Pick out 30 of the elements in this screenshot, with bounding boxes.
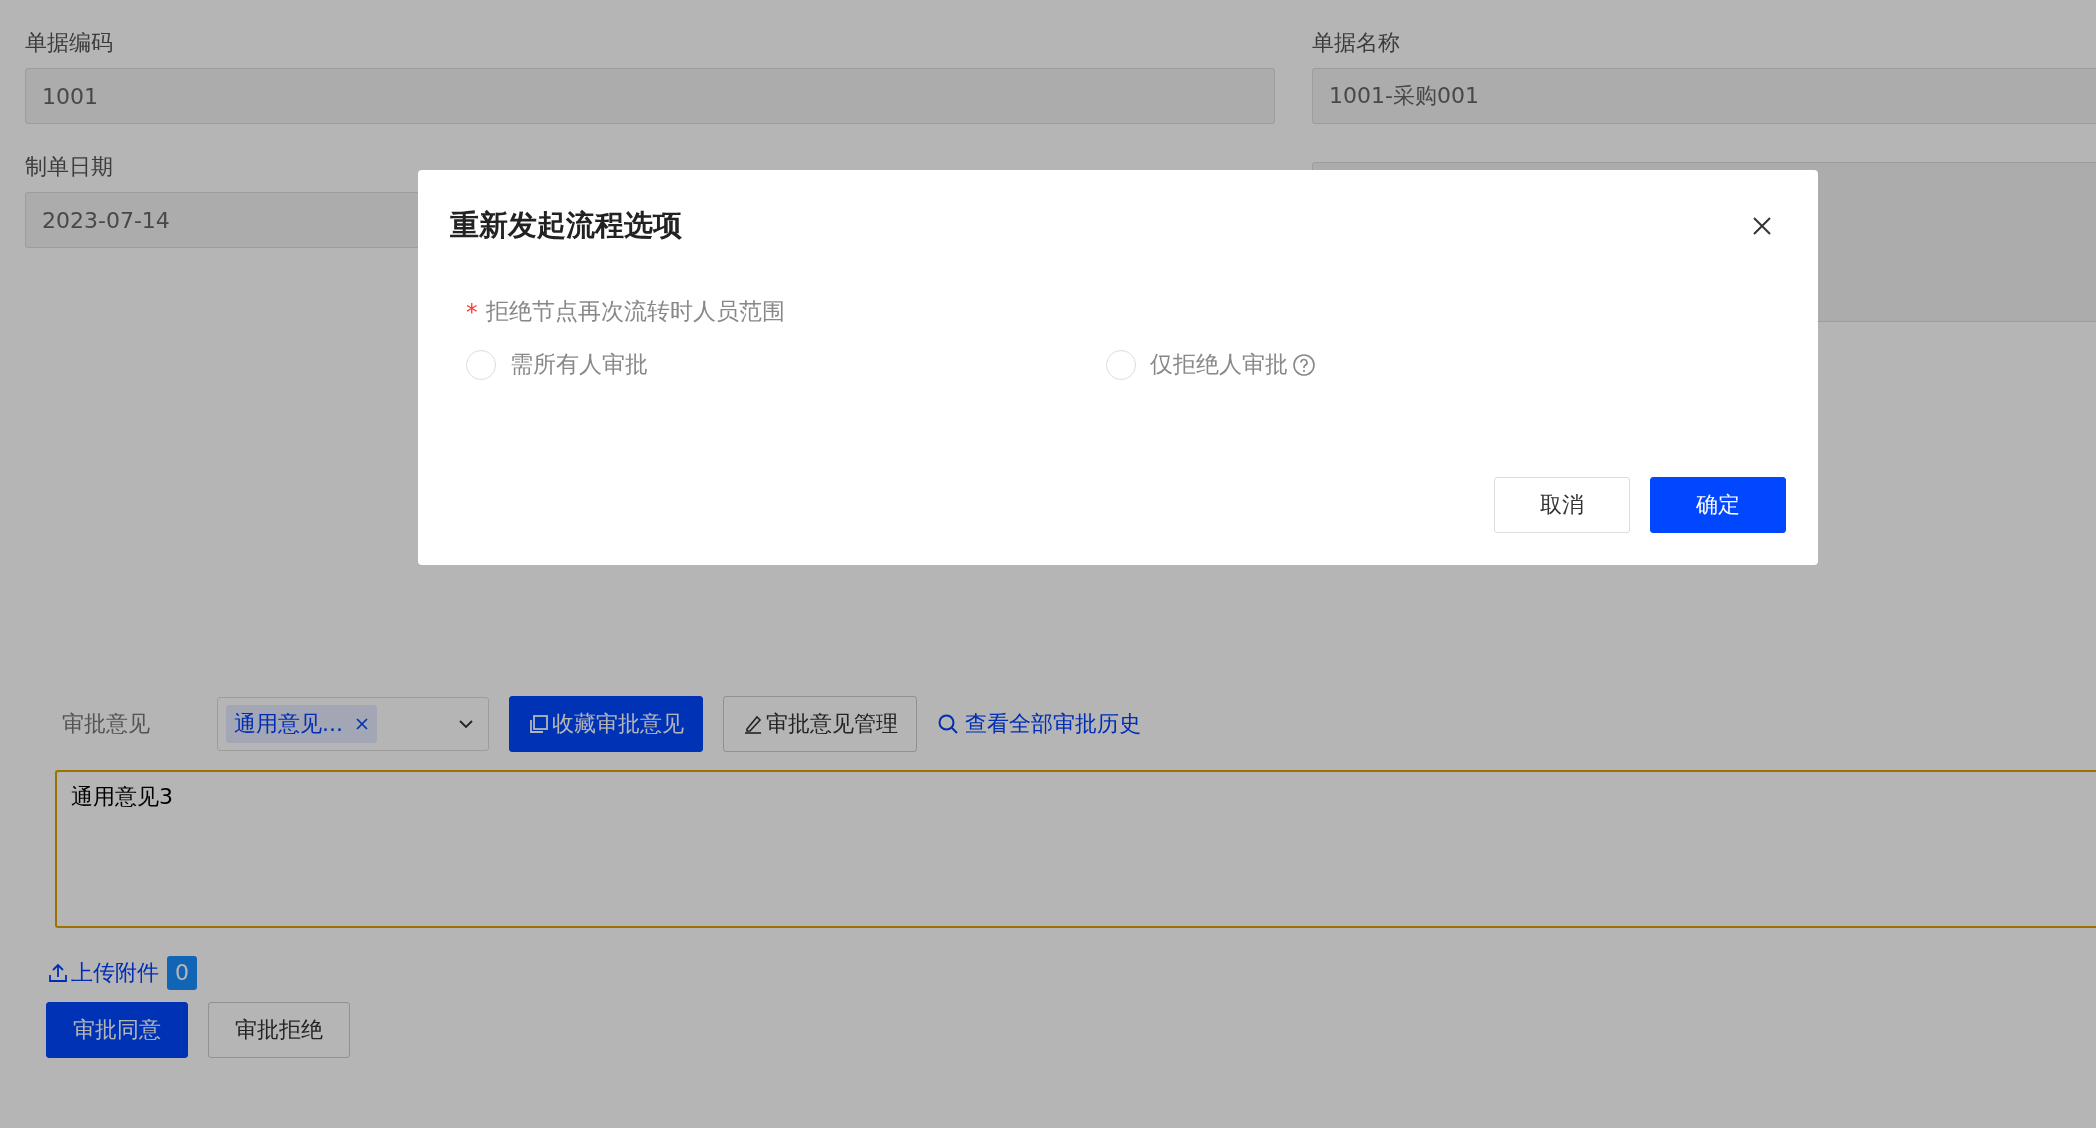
field-label: 拒绝节点再次流转时人员范围 — [485, 297, 785, 326]
edit-icon — [742, 713, 764, 735]
upload-icon — [47, 962, 69, 984]
cancel-button[interactable]: 取消 — [1494, 477, 1630, 533]
field-label: 审批意见 — [62, 710, 151, 738]
field-label: 制单日期 — [25, 153, 114, 181]
field-label: 单据名称 — [1312, 29, 1401, 57]
history-link[interactable]: 查看全部审批历史 — [937, 709, 1141, 739]
search-icon — [937, 713, 959, 735]
selected-tag: 通用意见... — [226, 705, 377, 743]
close-icon[interactable] — [1752, 216, 1772, 236]
dialog-title: 重新发起流程选项 — [450, 207, 682, 244]
radio-label[interactable]: 需所有人审批 — [510, 349, 648, 380]
text-field[interactable]: 1001-采购001 — [1312, 68, 2096, 124]
manage-button[interactable]: 审批意见管理 — [723, 696, 917, 752]
caret-icon — [458, 719, 474, 729]
action-button[interactable]: 审批拒绝 — [208, 1002, 350, 1058]
copy-icon — [528, 713, 550, 735]
radio-label[interactable]: 仅拒绝人审批 — [1150, 349, 1288, 380]
comment-area[interactable]: 通用意见3 — [55, 770, 2096, 928]
opinion-select[interactable]: 通用意见... — [217, 697, 489, 751]
action-button[interactable]: 审批同意 — [46, 1002, 188, 1058]
text-field[interactable]: 1001 — [25, 68, 1275, 124]
count-badge: 0 — [167, 956, 197, 990]
field-label: 单据编码 — [25, 29, 114, 57]
favorite-button[interactable]: 收藏审批意见 — [509, 696, 703, 752]
confirm-button[interactable]: 确定 — [1650, 477, 1786, 533]
upload-link[interactable]: 上传附件 — [47, 958, 159, 988]
help-icon[interactable] — [1292, 352, 1316, 377]
required-mark: * — [466, 298, 478, 325]
